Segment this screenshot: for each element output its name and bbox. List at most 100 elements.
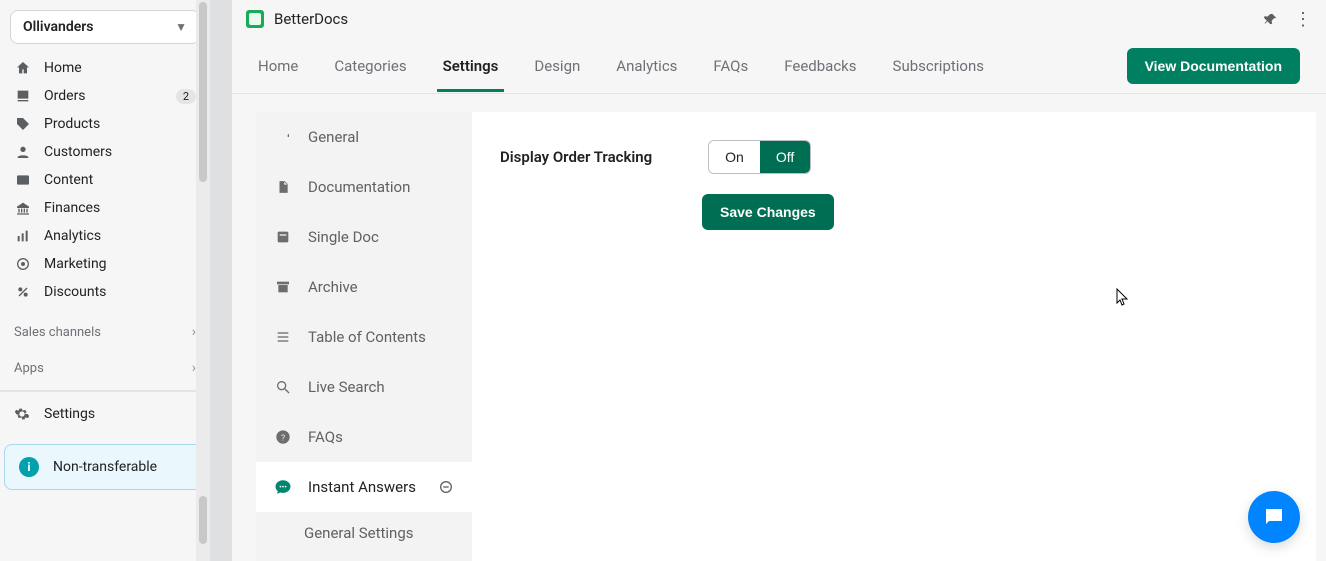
pin-icon[interactable]	[1264, 12, 1278, 26]
nav-finances[interactable]: Finances	[0, 194, 210, 222]
tab-subscriptions[interactable]: Subscriptions	[893, 41, 984, 91]
file-icon	[274, 179, 292, 195]
settings-item-label: Documentation	[308, 178, 410, 196]
settings-sidebar: General Documentation Single Doc Archive…	[256, 112, 472, 561]
section-label: Apps	[14, 361, 44, 376]
tag-icon	[14, 116, 32, 132]
apps-header[interactable]: Apps ›	[0, 346, 210, 382]
nav-label: Customers	[44, 144, 196, 160]
target-icon	[14, 256, 32, 272]
info-icon: i	[19, 457, 39, 477]
settings-item-label: FAQs	[308, 428, 343, 446]
nav-orders[interactable]: Orders 2	[0, 82, 210, 110]
tab-categories[interactable]: Categories	[334, 41, 406, 91]
scrollbar-thumb[interactable]	[199, 2, 207, 182]
settings-item-toc[interactable]: Table of Contents	[256, 312, 472, 362]
toggle-off[interactable]: Off	[760, 141, 810, 173]
settings-item-instant-answers[interactable]: Instant Answers	[256, 462, 472, 512]
nav-label: Orders	[44, 88, 164, 104]
app-title: BetterDocs	[274, 10, 348, 28]
setting-display-order-tracking: Display Order Tracking On Off	[500, 140, 1288, 174]
nav-label: Home	[44, 60, 196, 76]
save-changes-button[interactable]: Save Changes	[702, 194, 834, 230]
settings-item-general[interactable]: General	[256, 112, 472, 162]
settings-item-label: Table of Contents	[308, 328, 426, 346]
toggle-on[interactable]: On	[709, 141, 760, 173]
tab-analytics[interactable]: Analytics	[616, 41, 677, 91]
percent-icon	[14, 284, 32, 300]
app-icon	[246, 10, 264, 28]
more-icon[interactable]: ⋮	[1294, 9, 1312, 30]
settings-panel: Display Order Tracking On Off Save Chang…	[472, 112, 1316, 561]
orders-badge: 2	[176, 89, 196, 104]
settings-item-faqs[interactable]: ? FAQs	[256, 412, 472, 462]
bars-icon	[14, 228, 32, 244]
toggle-display-order-tracking[interactable]: On Off	[708, 140, 811, 174]
store-selector[interactable]: Ollivanders ▼	[10, 10, 200, 44]
tab-feedbacks[interactable]: Feedbacks	[784, 41, 856, 91]
nav-label: Products	[44, 116, 196, 132]
chat-icon	[274, 478, 292, 496]
tab-faqs[interactable]: FAQs	[713, 41, 748, 91]
main-area: BetterDocs ⋮ Home Categories Settings De…	[232, 0, 1326, 561]
nav-marketing[interactable]: Marketing	[0, 250, 210, 278]
section-label: Sales channels	[14, 325, 101, 340]
sales-channels-header[interactable]: Sales channels ›	[0, 310, 210, 346]
nav-products[interactable]: Products	[0, 110, 210, 138]
tabs-bar: Home Categories Settings Design Analytic…	[232, 38, 1326, 94]
collapse-icon[interactable]	[438, 479, 454, 495]
user-icon	[14, 144, 32, 160]
tab-design[interactable]: Design	[534, 41, 580, 91]
scrollbar-track[interactable]	[196, 0, 210, 561]
primary-nav: Home Orders 2 Products Customers C	[0, 50, 210, 310]
home-icon	[14, 60, 32, 76]
image-icon	[14, 172, 32, 188]
settings-item-label: Instant Answers	[308, 478, 416, 496]
nav-settings[interactable]: Settings	[0, 391, 210, 436]
svg-text:?: ?	[281, 433, 285, 443]
page-icon	[274, 229, 292, 245]
view-documentation-button[interactable]: View Documentation	[1127, 48, 1300, 84]
list-icon	[274, 329, 292, 345]
setting-label: Display Order Tracking	[500, 148, 652, 166]
nav-label: Discounts	[44, 284, 196, 300]
layout-gutter	[210, 0, 232, 561]
settings-item-live-search[interactable]: Live Search	[256, 362, 472, 412]
settings-sub-general[interactable]: General Settings	[256, 512, 472, 542]
nav-label: Settings	[44, 406, 95, 422]
tab-home[interactable]: Home	[258, 41, 298, 91]
inbox-icon	[14, 88, 32, 104]
nav-content[interactable]: Content	[0, 166, 210, 194]
settings-item-archive[interactable]: Archive	[256, 262, 472, 312]
nav-label: Analytics	[44, 228, 196, 244]
notice-banner: i Non-transferable	[4, 444, 206, 490]
search-icon	[274, 379, 292, 395]
app-titlebar: BetterDocs ⋮	[232, 0, 1326, 38]
caret-down-icon: ▼	[175, 20, 187, 34]
admin-sidebar: Ollivanders ▼ Home Orders 2 Products	[0, 0, 210, 561]
settings-item-single-doc[interactable]: Single Doc	[256, 212, 472, 262]
settings-item-label: Live Search	[308, 378, 385, 396]
nav-label: Finances	[44, 200, 196, 216]
nav-customers[interactable]: Customers	[0, 138, 210, 166]
store-name: Ollivanders	[23, 19, 93, 35]
settings-content: General Documentation Single Doc Archive…	[232, 94, 1326, 561]
nav-label: Content	[44, 172, 196, 188]
nav-label: Marketing	[44, 256, 196, 272]
bank-icon	[14, 200, 32, 216]
tab-settings[interactable]: Settings	[443, 41, 499, 91]
nav-discounts[interactable]: Discounts	[0, 278, 210, 306]
settings-item-label: Single Doc	[308, 228, 379, 246]
settings-item-documentation[interactable]: Documentation	[256, 162, 472, 212]
notice-text: Non-transferable	[53, 459, 157, 475]
settings-item-label: Archive	[308, 278, 358, 296]
settings-item-label: General	[308, 128, 359, 146]
gear-icon	[14, 406, 32, 422]
tools-icon	[274, 129, 292, 145]
nav-home[interactable]: Home	[0, 54, 210, 82]
chat-fab[interactable]	[1248, 491, 1300, 543]
scrollbar-thumb[interactable]	[199, 496, 207, 544]
question-icon: ?	[274, 429, 292, 445]
nav-analytics[interactable]: Analytics	[0, 222, 210, 250]
archive-icon	[274, 279, 292, 295]
